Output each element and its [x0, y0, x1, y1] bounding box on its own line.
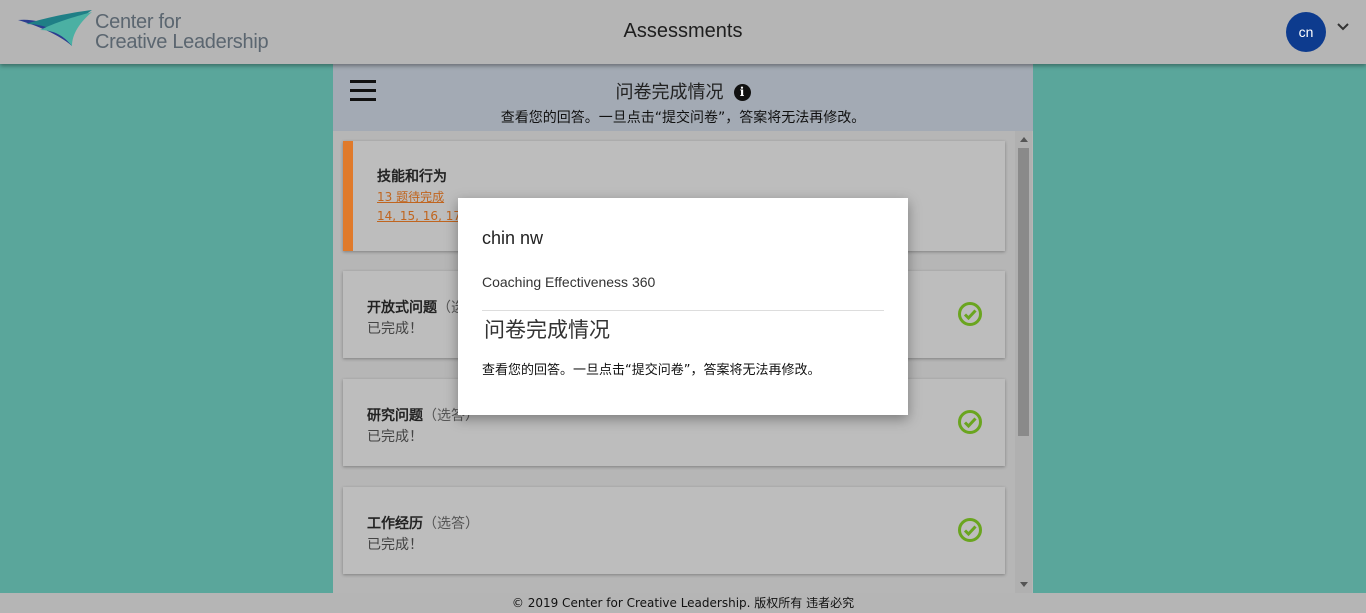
card-status: 已完成！ — [367, 537, 423, 553]
pending-count-link[interactable]: 13 题待完成 — [377, 188, 444, 205]
assessment-name: Coaching Effectiveness 360 — [482, 274, 656, 290]
divider — [482, 310, 884, 311]
info-icon[interactable]: i — [733, 84, 751, 101]
user-avatar[interactable]: cn — [1286, 12, 1326, 52]
scroll-down-arrow-icon[interactable] — [1020, 582, 1028, 587]
scrollbar-thumb[interactable] — [1018, 148, 1029, 436]
page-subtitle: 查看您的回答。一旦点击“提交问卷”，答案将无法再修改。 — [500, 110, 866, 126]
check-circle-icon — [958, 302, 982, 326]
section-card-work-experience[interactable]: 工作经历（选答） 已完成！ — [343, 487, 1005, 574]
incomplete-indicator — [343, 141, 353, 251]
modal-description: 查看您的回答。一旦点击“提交问卷”，答案将无法再修改。 — [482, 363, 821, 378]
page-title-text: 问卷完成情况 — [615, 82, 724, 103]
optional-label: （选答） — [423, 516, 479, 532]
card-title-text: 开放式问题 — [367, 300, 437, 316]
completion-modal: chin nw Coaching Effectiveness 360 问卷完成情… — [458, 198, 908, 415]
footer-copyright: © 2019 Center for Creative Leadership. 版… — [0, 593, 1366, 613]
card-status: 已完成！ — [367, 429, 423, 445]
check-circle-icon — [958, 410, 982, 434]
participant-name: chin nw — [482, 228, 544, 248]
top-bar: Center for Creative Leadership Assessmen… — [0, 0, 1366, 64]
modal-title: 问卷完成情况 — [484, 318, 610, 342]
scrollbar[interactable] — [1015, 131, 1032, 593]
check-circle-icon — [958, 518, 982, 542]
card-title-text: 研究问题 — [367, 408, 423, 424]
panel-header: 问卷完成情况 i 查看您的回答。一旦点击“提交问卷”，答案将无法再修改。 — [333, 64, 1033, 131]
card-title-text: 工作经历 — [367, 516, 423, 532]
chevron-down-icon[interactable] — [1336, 22, 1350, 32]
app-title: Assessments — [623, 20, 743, 42]
scroll-up-arrow-icon[interactable] — [1020, 137, 1028, 142]
card-status: 已完成！ — [367, 321, 423, 337]
card-title: 工作经历（选答） — [367, 513, 479, 533]
page-title: 问卷完成情况 i — [333, 78, 1033, 104]
pending-items-link[interactable]: 14, 15, 16, 17 — [377, 209, 461, 223]
card-title: 技能和行为 — [377, 169, 447, 185]
